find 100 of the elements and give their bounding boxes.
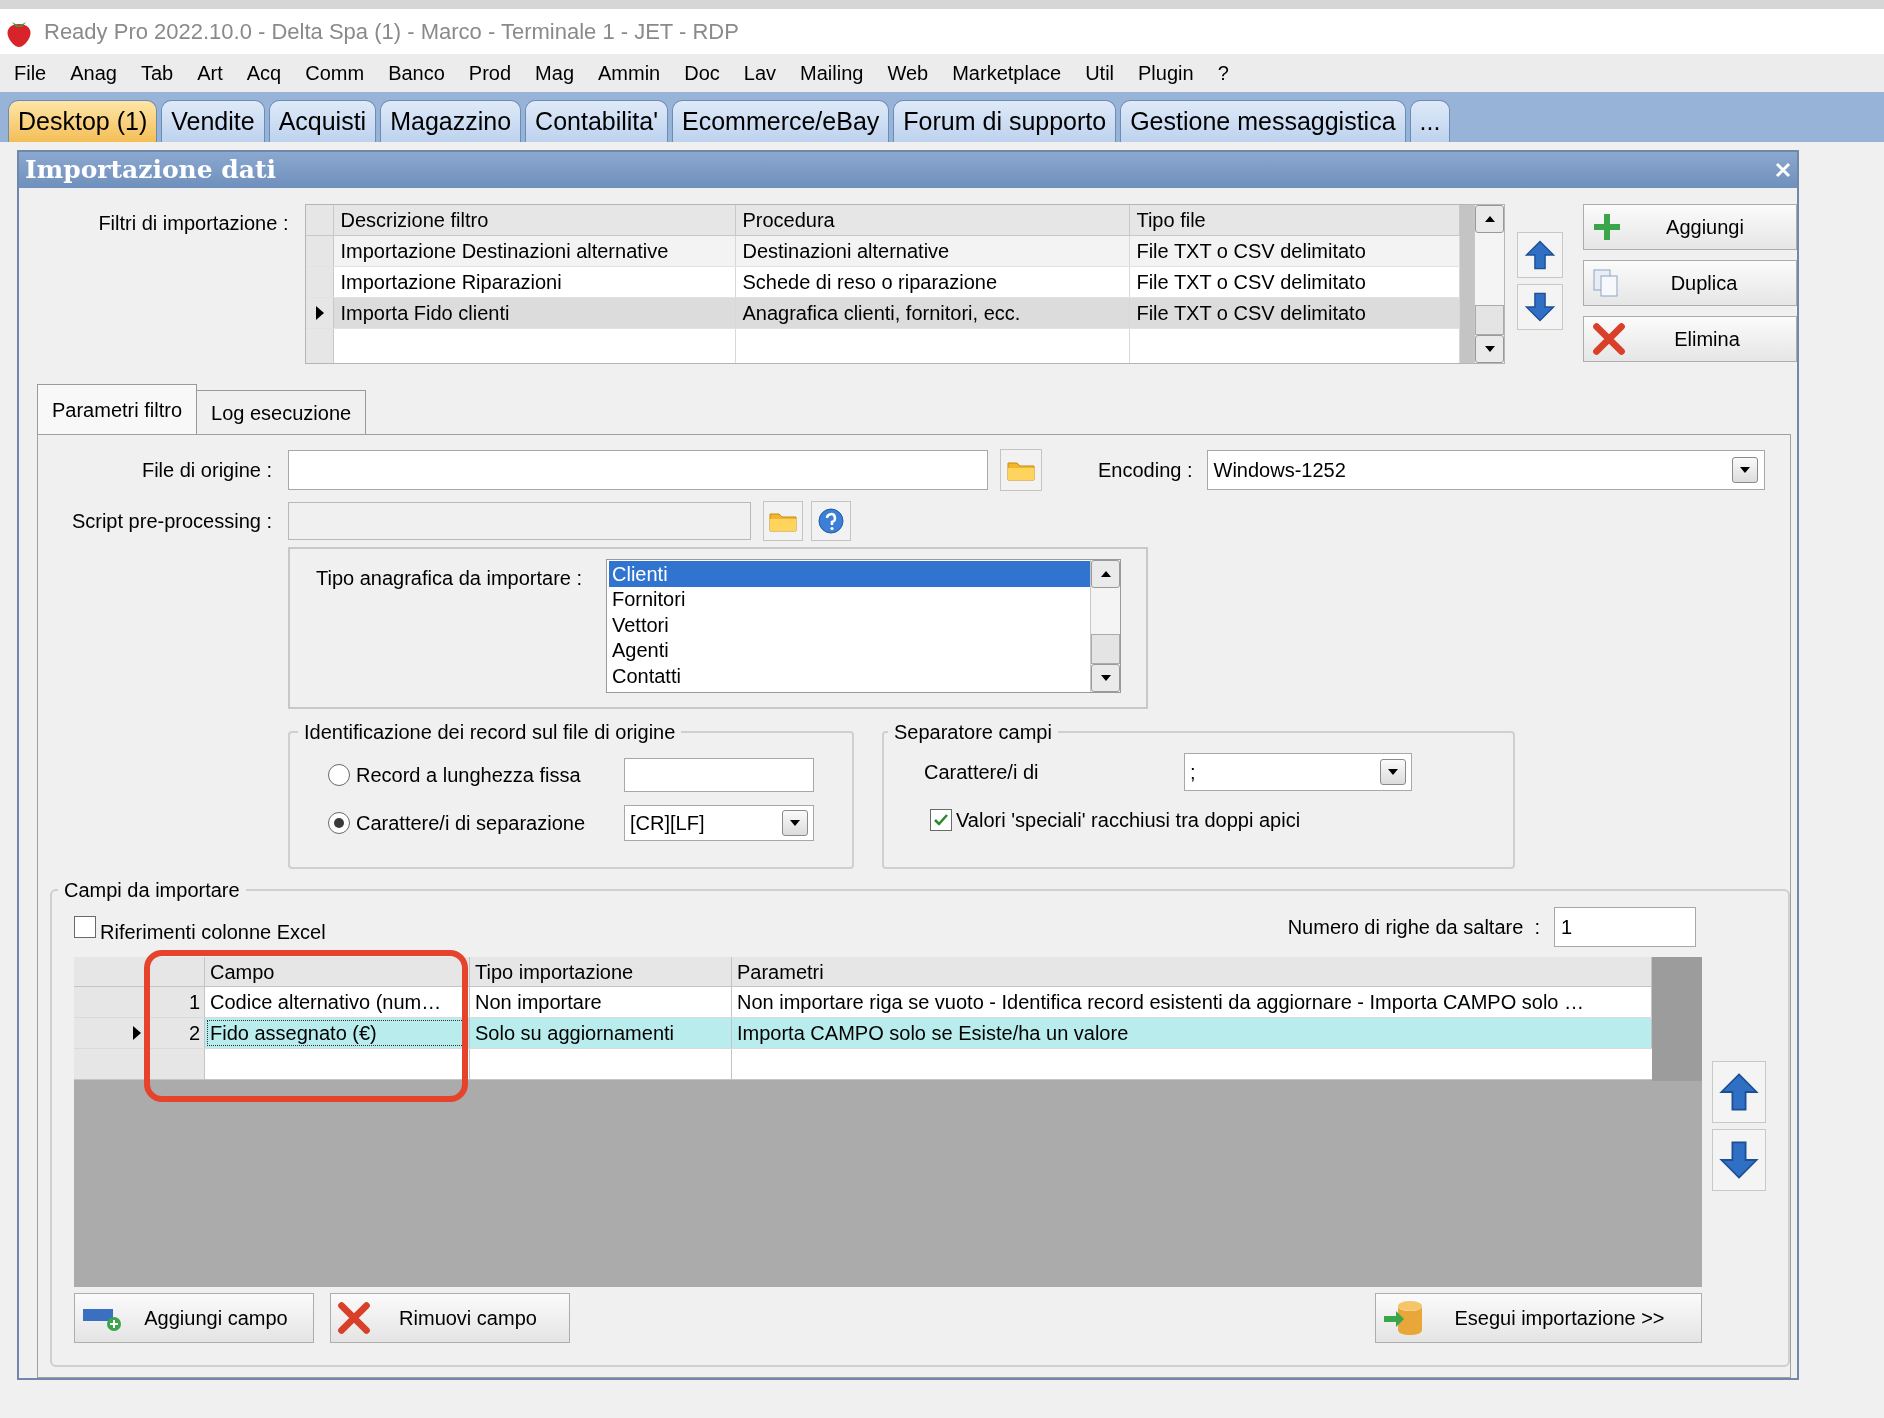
list-item[interactable]: Agenti	[609, 637, 1090, 663]
menu-item[interactable]: Prod	[456, 58, 524, 88]
menu-item[interactable]: Mag	[523, 58, 586, 88]
dropdown-button[interactable]	[1380, 759, 1406, 785]
separator-select[interactable]: ;	[1184, 753, 1412, 791]
tab[interactable]: Vendite	[161, 100, 265, 142]
menu-item[interactable]: Mailing	[788, 58, 876, 88]
tab[interactable]: Contabilita'	[525, 100, 668, 142]
scrollbar[interactable]	[1090, 560, 1120, 692]
input-field[interactable]	[624, 758, 814, 792]
move-up-button[interactable]	[1517, 232, 1563, 278]
table-cell: Non importare	[470, 987, 732, 1017]
check-icon	[933, 813, 949, 827]
column-header[interactable]: Tipo importazione	[470, 957, 732, 986]
list-item[interactable]: Clienti	[609, 561, 1090, 587]
move-up-button[interactable]	[1712, 1061, 1766, 1123]
menu-item[interactable]: Ammin	[586, 58, 673, 88]
menu-item[interactable]: Tab	[128, 58, 186, 88]
menu-item[interactable]: Util	[1073, 58, 1126, 88]
table-row[interactable]: Importazione Destinazioni alternative Destinazioni alternative File TXT o CSV delimitato	[306, 236, 1460, 267]
tab[interactable]: Parametri filtro	[37, 384, 198, 434]
action-button[interactable]: Esegui importazione >>	[1375, 1293, 1702, 1343]
menu-item[interactable]: Web	[875, 58, 941, 88]
tab[interactable]: ...	[1409, 100, 1451, 142]
encoding-select[interactable]: Windows-1252	[1206, 450, 1765, 490]
table-row[interactable]: 1 Codice alternativo (num… Non importare Non importare riga se vuoto - Identifica record esistenti da aggiornare - Importa CAMPO solo …	[74, 987, 1652, 1018]
scroll-thumb[interactable]	[1091, 634, 1120, 664]
row-header[interactable]	[74, 1018, 145, 1048]
dropdown-button[interactable]	[782, 810, 808, 836]
field-label: Numero di righe da saltare :	[1287, 915, 1540, 940]
column-header[interactable]: Descrizione filtro	[334, 205, 737, 235]
menu-item[interactable]: Anag	[58, 58, 129, 88]
table-cell: Anagrafica clienti, fornitori, ecc.	[736, 298, 1131, 328]
row-header[interactable]	[306, 298, 335, 328]
tab[interactable]: Desktop (1)	[8, 100, 158, 142]
input-field[interactable]	[288, 450, 988, 490]
table-cell: Fido assegnato (€)	[205, 1018, 470, 1048]
scroll-thumb[interactable]	[1475, 305, 1504, 335]
browse-button[interactable]	[763, 501, 803, 541]
scroll-up-icon	[1099, 570, 1112, 578]
x-icon	[337, 1301, 371, 1335]
menu-item[interactable]: Marketplace	[940, 58, 1074, 88]
menu-item[interactable]: Acq	[234, 58, 294, 88]
copy-icon	[1592, 268, 1620, 298]
action-button[interactable]: Rimuovi campo	[330, 1293, 570, 1343]
tab[interactable]: Ecommerce/eBay	[672, 100, 890, 142]
list-item[interactable]: Vettori	[609, 612, 1090, 638]
field-label: Encoding :	[1098, 458, 1193, 483]
close-icon[interactable]	[1775, 162, 1791, 178]
column-header[interactable]: Campo	[205, 957, 470, 986]
dropdown-arrow-icon	[1738, 466, 1751, 474]
menu-item[interactable]: Plugin	[1126, 58, 1206, 88]
radio-label: Carattere/i di separazione	[356, 811, 586, 836]
help-button[interactable]	[811, 501, 851, 541]
tab[interactable]: Log esecuzione	[197, 390, 367, 434]
move-down-button[interactable]	[1517, 284, 1563, 330]
radio-button[interactable]	[328, 812, 350, 834]
list-item[interactable]: Fornitori	[609, 586, 1090, 612]
scrollbar[interactable]	[1474, 205, 1504, 363]
radio-label: Record a lunghezza fissa	[356, 763, 582, 788]
scroll-down-icon	[1483, 345, 1496, 353]
group-title: Campi da importare	[63, 878, 241, 903]
tab[interactable]: Gestione messaggistica	[1120, 100, 1406, 142]
tab[interactable]: Magazzino	[380, 100, 522, 142]
table-row[interactable]: Importazione Riparazioni Schede di reso o riparazione File TXT o CSV delimitato	[306, 267, 1460, 298]
menu-item[interactable]: Art	[185, 58, 235, 88]
menu-item[interactable]: Banco	[376, 58, 457, 88]
list-item[interactable]: Contatti	[609, 663, 1090, 689]
folder-icon	[1007, 459, 1035, 481]
checkbox[interactable]	[930, 809, 952, 831]
browse-button[interactable]	[1000, 449, 1042, 491]
checkbox[interactable]	[74, 916, 96, 938]
list-box[interactable]: Clienti Fornitori Vettori Agenti Contatti	[606, 559, 1121, 693]
menu-item[interactable]: Comm	[293, 58, 377, 88]
action-button[interactable]: Aggiungi	[1583, 204, 1797, 250]
menu-item[interactable]: Lav	[731, 58, 789, 88]
menu-item[interactable]: ?	[1205, 58, 1241, 88]
action-button[interactable]: Duplica	[1583, 260, 1797, 306]
dropdown-button[interactable]	[1731, 457, 1758, 483]
menu-item[interactable]: File	[2, 58, 59, 88]
tab[interactable]: Acquisti	[268, 100, 377, 142]
radio-button[interactable]	[328, 764, 350, 786]
table-cell: Importazione Riparazioni	[334, 267, 737, 297]
plus-icon	[1592, 212, 1622, 242]
table-row[interactable]: 2 Fido assegnato (€) Solo su aggiornamenti Importa CAMPO solo se Esiste/ha un valore	[74, 1018, 1652, 1049]
field-label: Tipo anagrafica da importare :	[316, 566, 584, 591]
tab[interactable]: Forum di supporto	[893, 100, 1117, 142]
column-header[interactable]: Procedura	[736, 205, 1131, 235]
menu-item[interactable]: Doc	[672, 58, 732, 88]
row-pointer-icon	[132, 1025, 142, 1041]
action-button[interactable]: Aggiungi campo	[74, 1293, 314, 1343]
table-cell: Importazione Destinazioni alternative	[334, 236, 737, 266]
x-icon	[1592, 322, 1626, 356]
table-row[interactable]: Importa Fido clienti Anagrafica clienti, fornitori, ecc. File TXT o CSV delimitato	[306, 298, 1460, 329]
table-cell: Solo su aggiornamenti	[470, 1018, 732, 1048]
group-title: Identificazione dei record sul file di origine	[303, 720, 677, 745]
input-field[interactable]: 1	[1554, 907, 1696, 947]
action-button[interactable]: Elimina	[1583, 316, 1797, 362]
separator-select[interactable]: [CR][LF]	[624, 805, 814, 841]
move-down-button[interactable]	[1712, 1129, 1766, 1191]
